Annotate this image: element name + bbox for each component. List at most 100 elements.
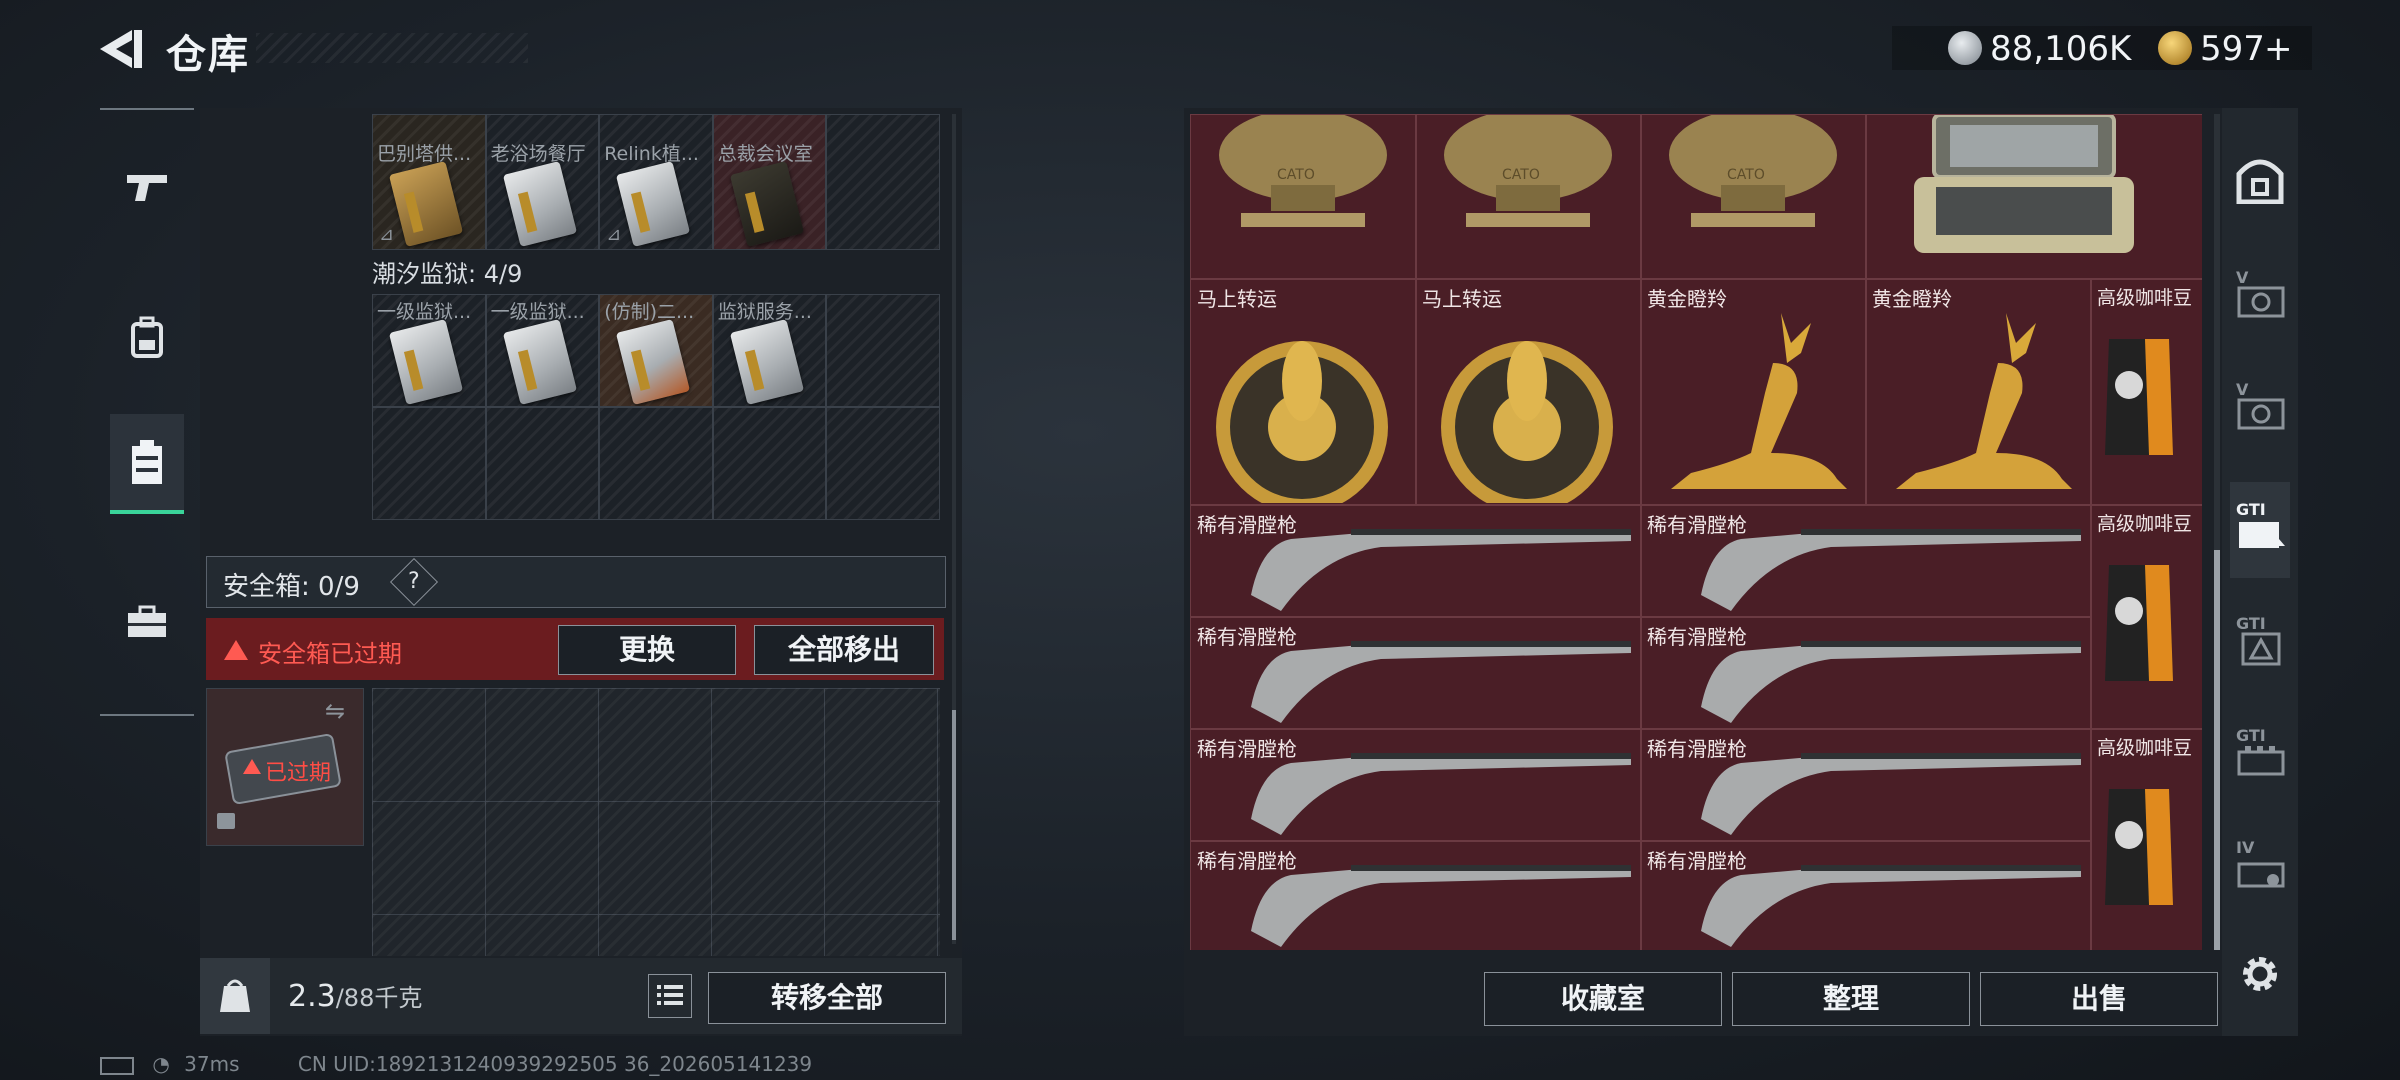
left-scrollbar-thumb[interactable] [952, 710, 956, 940]
golden-gazelle-item[interactable]: 黄金瞪羚 [1640, 278, 1867, 506]
back-button[interactable] [96, 26, 148, 72]
key-card-slot[interactable]: 一级监狱... [485, 294, 600, 407]
musket-icon [1701, 641, 2081, 723]
safe-box-label: 安全箱: 0/9 [223, 572, 360, 602]
fortune-wheel-item[interactable]: 马上转运 [1415, 278, 1642, 506]
category-gti-1[interactable]: GTI [2230, 482, 2290, 578]
rare-musket-item[interactable]: 稀有滑膛枪 [1190, 728, 1642, 842]
upper-slot-grid: 巴别塔供... ⊿ 老浴场餐厅 Relink植... ⊿ 总裁会议室 [372, 114, 940, 250]
gold-deer-icon [1671, 313, 1847, 489]
fortune-wheel-item[interactable]: 马上转运 [1190, 278, 1417, 506]
key-card-slot[interactable]: Relink植... ⊿ [599, 114, 713, 250]
premium-coffee-item[interactable]: 高级咖啡豆 [2090, 278, 2202, 506]
musket-icon [1701, 865, 2081, 947]
add-currency-button[interactable]: + [2264, 29, 2293, 69]
key-card-icon [729, 161, 804, 247]
gold-wheel-icon [1216, 341, 1388, 503]
safe-box-grid[interactable] [372, 688, 940, 956]
replace-button[interactable]: 更换 [558, 625, 736, 675]
settings-button[interactable] [2230, 926, 2290, 1022]
category-vault[interactable] [2230, 132, 2290, 228]
coffee-bag-icon [2105, 565, 2173, 681]
lock-icon [217, 813, 235, 829]
weight-bar: 2.3/88千克 转移全部 [200, 958, 962, 1034]
nav-storage[interactable] [110, 414, 184, 514]
key-card-slot[interactable]: 巴别塔供... ⊿ [372, 114, 486, 250]
warning-icon [224, 640, 248, 660]
rare-musket-item[interactable]: 稀有滑膛枪 [1640, 728, 2092, 842]
empty-slot[interactable] [712, 407, 827, 520]
key-card-slot[interactable]: 总裁会议室 [712, 114, 827, 250]
key-card-icon [388, 319, 464, 405]
coffee-bag-icon [2105, 339, 2173, 455]
slot-name: 一级监狱... [490, 301, 585, 323]
rare-musket-item[interactable]: 稀有滑膛枪 [1640, 840, 2092, 950]
category-v-1[interactable]: V [2230, 250, 2290, 346]
golden-gazelle-item[interactable]: 黄金瞪羚 [1865, 278, 2092, 506]
coffee-bag-icon [2105, 789, 2173, 905]
weight-icon-box [200, 958, 270, 1034]
left-nav [100, 108, 194, 716]
nav-weapons[interactable] [110, 140, 184, 236]
gold-coin-icon [2158, 31, 2192, 65]
key-card-slot[interactable]: 老浴场餐厅 [485, 114, 600, 250]
help-icon: ? [408, 569, 420, 594]
category-gti-3[interactable]: GTI [2230, 708, 2290, 804]
rare-musket-item[interactable]: 稀有滑膛枪 [1190, 616, 1642, 730]
sell-button[interactable]: 出售 [1980, 972, 2218, 1026]
empty-slot[interactable] [599, 407, 713, 520]
category-label: GTI [2236, 726, 2266, 745]
key-card-slot[interactable]: 监狱服务... [712, 294, 827, 407]
weight-kg-icon [220, 979, 250, 1012]
bust-label: CATO [1727, 167, 1765, 183]
vault-scrollbar-thumb[interactable] [2214, 550, 2220, 950]
slot-name: Relink植... [604, 143, 699, 165]
premium-coffee-item[interactable]: 高级咖啡豆 [2090, 728, 2202, 950]
weight-current: 2.3 [288, 979, 336, 1014]
rare-musket-item[interactable]: 稀有滑膛枪 [1190, 840, 1642, 950]
cato-bust-item[interactable]: CATO [1190, 114, 1417, 280]
empty-slot[interactable] [826, 294, 940, 407]
category-label: V [2236, 380, 2249, 399]
key-card-icon [502, 161, 577, 247]
rare-musket-item[interactable]: 稀有滑膛枪 [1640, 504, 2092, 618]
list-view-button[interactable] [648, 974, 692, 1018]
key-card-slot[interactable]: (仿制)二... [599, 294, 713, 407]
empty-slot[interactable] [826, 407, 940, 520]
category-v-2[interactable]: V [2230, 362, 2290, 458]
empty-slot[interactable] [372, 407, 486, 520]
empty-slot[interactable] [826, 114, 940, 250]
safe-box-item-status: 已过期 [265, 761, 332, 786]
remove-all-button[interactable]: 全部移出 [754, 625, 934, 675]
nav-backpack[interactable] [110, 290, 184, 386]
bust-label: CATO [1502, 167, 1540, 183]
cato-bust-item[interactable]: CATO [1640, 114, 1867, 280]
category-gti-2[interactable]: GTI [2230, 596, 2290, 692]
equipment-case-icon [1914, 115, 2134, 253]
user-uid: CN UID:1892131240939292505 36_2026051412… [297, 1052, 813, 1076]
slot-name: 巴别塔供... [377, 143, 472, 165]
organize-button[interactable]: 整理 [1732, 972, 1970, 1026]
nav-toolbox[interactable] [110, 574, 184, 670]
silver-currency-value: 88,106K [1990, 29, 2132, 69]
list-icon [657, 985, 683, 1005]
help-button[interactable]: ? [389, 557, 439, 607]
gold-wheel-icon [1441, 341, 1613, 503]
premium-coffee-item[interactable]: 高级咖啡豆 [2090, 504, 2202, 730]
unbind-icon: ⊿ [606, 224, 622, 245]
transfer-all-button[interactable]: 转移全部 [708, 972, 946, 1024]
pistol-icon [127, 175, 167, 201]
safe-box-item[interactable]: 已过期 ⇋ [206, 688, 364, 846]
warning-icon [243, 759, 261, 774]
rare-musket-item[interactable]: 稀有滑膛枪 [1190, 504, 1642, 618]
empty-slot[interactable] [485, 407, 600, 520]
key-card-slot[interactable]: 一级监狱... [372, 294, 486, 407]
collection-room-button[interactable]: 收藏室 [1484, 972, 1722, 1026]
category-label: V [2236, 268, 2249, 287]
rare-musket-item[interactable]: 稀有滑膛枪 [1640, 616, 2092, 730]
item-name: 高级咖啡豆 [2097, 287, 2193, 309]
category-iv[interactable]: IV [2230, 820, 2290, 916]
equipment-case-item[interactable] [1865, 114, 2202, 280]
slot-name: 老浴场餐厅 [490, 143, 586, 165]
cato-bust-item[interactable]: CATO [1415, 114, 1642, 280]
